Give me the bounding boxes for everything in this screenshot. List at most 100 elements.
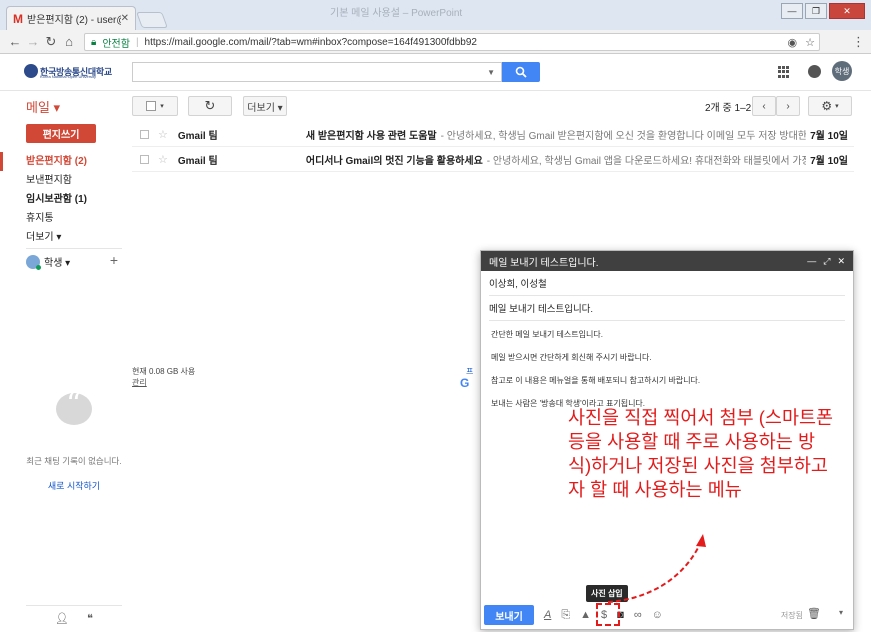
message-snippet: - 안녕하세요, 학생님 Gmail 앱을 다운로드하세요! 휴대전화와 태블릿… [486, 155, 806, 167]
new-tab-button[interactable] [136, 12, 168, 28]
compose-button[interactable]: 편지쓰기 [26, 124, 96, 143]
tab-title: 받은편지함 (2) - user@ [27, 15, 121, 26]
recipients-field[interactable]: 이상희, 이성철 [489, 271, 845, 296]
refresh-button[interactable]: ↻ [188, 96, 232, 116]
close-compose-icon[interactable]: ✕ [837, 256, 845, 267]
sidebar-item-trash[interactable]: 휴지통 [0, 209, 122, 228]
draft-saved-status: 저장됨 [780, 611, 803, 620]
star-icon[interactable]: ☆ [158, 128, 168, 141]
address-toolbar: ← → ↻ ⌂ 🔒︎ 안전함 | https://mail.google.com… [0, 30, 871, 54]
body-line: 메일 받으시면 간단하게 회신해 주시기 바랍니다. [491, 353, 652, 362]
secure-label: 안전함 [102, 38, 130, 50]
gmail-header: 한국방송통신대학교 Korea National Open University… [0, 55, 871, 91]
minimize-compose-icon[interactable]: — [807, 256, 816, 266]
sidebar-item-drafts[interactable]: 임시보관함 (1) [0, 190, 122, 209]
more-actions-button[interactable]: 더보기 ▾ [243, 96, 287, 116]
expand-compose-icon[interactable]: ⤢ [823, 256, 830, 267]
browser-menu-icon[interactable]: ⋮ [852, 34, 865, 50]
message-subject: 어디서나 Gmail의 멋진 기능을 활용하세요 [305, 155, 483, 167]
chevron-down-icon: ▾ [160, 103, 164, 110]
annotation-arrow [607, 534, 706, 603]
attach-file-icon[interactable]: ⎘ [561, 609, 570, 622]
annotation-callout: 사진을 직접 찍어서 첨부 (스마트폰 등을 사용할 때 주로 사용하는 방식)… [568, 407, 834, 500]
message-date: 7월 10일 [810, 130, 848, 142]
apps-grid-icon[interactable] [778, 66, 790, 78]
contacts-icon[interactable]: 👤︎ [55, 612, 69, 625]
window-controls: — ❐ ✕ [781, 3, 865, 19]
star-icon[interactable]: ☆ [158, 153, 168, 166]
mail-switcher[interactable]: 메일 ▾ [26, 97, 60, 116]
emoji-icon[interactable]: ☺ [652, 609, 663, 621]
avatar[interactable]: 학생 [832, 61, 852, 81]
back-icon[interactable]: ← [6, 34, 24, 49]
hangouts-user[interactable]: 학생 ▾ + [26, 252, 122, 270]
reload-icon[interactable]: ↻ [42, 34, 60, 50]
close-window-button[interactable]: ✕ [829, 3, 865, 19]
maximize-button[interactable]: ❐ [805, 3, 827, 19]
university-logo[interactable]: 한국방송통신대학교 Korea National Open University [24, 62, 118, 80]
chevron-down-icon: ▾ [835, 103, 839, 110]
message-row[interactable]: ☆ Gmail 팀 어디서나 Gmail의 멋진 기능을 활용하세요 - 안녕하… [132, 147, 854, 172]
body-line: 간단한 메일 보내기 테스트입니다. [491, 330, 603, 339]
user-status-icon [26, 254, 41, 270]
manage-storage-link[interactable]: 관리 [132, 377, 195, 388]
refresh-icon: ↻ [204, 98, 216, 113]
google-drive-icon[interactable]: ▲ [580, 609, 591, 621]
tab-close-icon[interactable]: ✕ [121, 13, 129, 24]
select-all-button[interactable]: ▾ [132, 96, 178, 116]
notifications-icon[interactable] [808, 65, 821, 78]
browser-tab-inbox[interactable]: M 받은편지함 (2) - user@ ✕ [6, 6, 136, 30]
select-checkbox[interactable] [146, 101, 157, 111]
sidebar-item-more[interactable]: 더보기 ▾ [0, 228, 122, 247]
sidebar-nav: 받은편지함 (2) 보낸편지함 임시보관함 (1) 휴지통 더보기 ▾ [0, 152, 122, 247]
settings-button[interactable]: ⚙ ▾ [808, 96, 852, 116]
browser-titlebar: M 받은편지함 (2) - user@ ✕ 기본 메일 사용설 – PowerP… [0, 0, 871, 30]
formatting-icon[interactable]: A [544, 609, 551, 621]
compose-header[interactable]: 메일 보내기 테스트입니다. — ⤢ ✕ [481, 251, 853, 271]
gmail-icon: M [13, 11, 23, 26]
subject-field[interactable]: 메일 보내기 테스트입니다. [489, 296, 845, 321]
hangouts-user-name: 학생 ▾ [44, 258, 71, 269]
hangouts-icon[interactable]: ❝ [87, 612, 93, 625]
chat-empty-message: 최근 채팅 기록이 없습니다. [26, 456, 122, 466]
logo-emblem [24, 64, 38, 78]
message-sender: Gmail 팀 [177, 155, 218, 167]
insert-link-icon[interactable]: ∞ [634, 609, 642, 621]
send-button[interactable]: 보내기 [484, 605, 534, 625]
start-chat-link[interactable]: 새로 시작하기 [26, 479, 122, 492]
row-checkbox[interactable] [140, 129, 149, 139]
message-subject: 새 받은편지함 사용 관련 도움말 [305, 130, 437, 142]
url-bar[interactable]: 🔒︎ 안전함 | https://mail.google.com/mail/?t… [84, 33, 820, 51]
sidebar-bottom-bar: 👤︎ ❝ [26, 605, 122, 631]
message-row[interactable]: ☆ Gmail 팀 새 받은편지함 사용 관련 도움말 - 안녕하세요, 학생님… [132, 122, 854, 147]
search-input[interactable]: ▼ [132, 62, 502, 82]
minimize-button[interactable]: — [781, 3, 803, 19]
storage-usage: 현재 0.08 GB 사용 [132, 367, 196, 376]
body-line: 참고로 이 내용은 메뉴얼을 통해 배포되니 참고하시기 바랍니다. [491, 376, 701, 385]
window-title: 기본 메일 사용설 – PowerPoint [330, 8, 463, 19]
sidebar-item-sent[interactable]: 보낸편지함 [0, 171, 122, 190]
discard-draft-icon[interactable]: 🗑︎ [807, 607, 821, 620]
sidebar-item-inbox[interactable]: 받은편지함 (2) [0, 152, 122, 171]
message-list: ☆ Gmail 팀 새 받은편지함 사용 관련 도움말 - 안녕하세요, 학생님… [132, 122, 854, 172]
logo-subtext: Korea National Open University [40, 74, 97, 79]
search-button[interactable] [502, 62, 540, 82]
storage-info: 현재 0.08 GB 사용 관리 [132, 366, 195, 388]
row-checkbox[interactable] [140, 154, 149, 164]
older-button[interactable]: › [776, 96, 800, 116]
search-icon [515, 66, 527, 78]
bookmark-star-icon[interactable]: ☆ [805, 36, 815, 49]
newer-button[interactable]: ‹ [752, 96, 776, 116]
gear-icon: ⚙ [821, 99, 833, 113]
forward-icon[interactable]: → [24, 34, 42, 49]
chevron-right-icon: › [786, 100, 790, 112]
add-chat-icon[interactable]: + [110, 252, 118, 268]
message-date: 7월 10일 [810, 155, 848, 167]
eye-icon[interactable]: ◉ [788, 36, 798, 49]
more-options-icon[interactable]: ▾ [839, 608, 843, 617]
url-text: https://mail.google.com/mail/?tab=wm#inb… [144, 36, 477, 48]
lock-icon: 🔒︎ [91, 36, 97, 48]
compose-title: 메일 보내기 테스트입니다. [489, 257, 599, 269]
home-icon[interactable]: ⌂ [60, 34, 78, 49]
search-options-caret-icon[interactable]: ▼ [487, 68, 495, 77]
